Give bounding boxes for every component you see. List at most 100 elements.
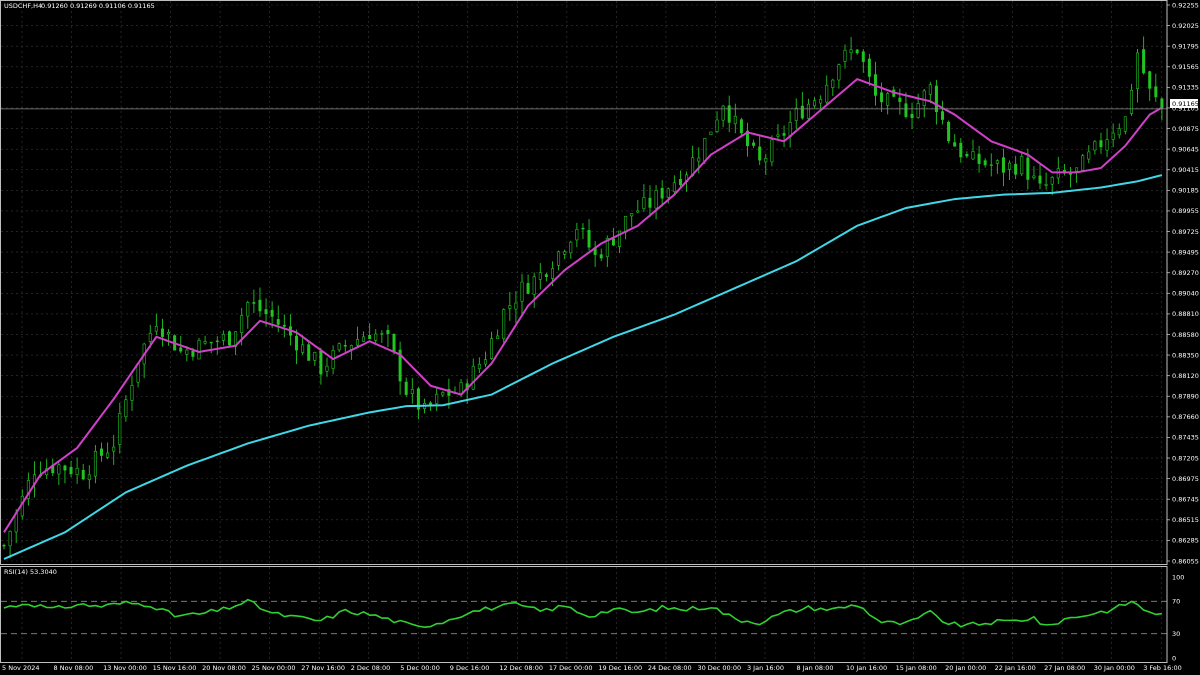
candle-body — [1136, 52, 1140, 89]
candle-body — [1093, 141, 1097, 151]
candle-body — [514, 302, 518, 310]
candle-body — [1068, 173, 1072, 175]
candle-body — [106, 452, 110, 458]
candle-body — [81, 470, 85, 480]
y-tick-label: 0.86055 — [1172, 557, 1199, 565]
rsi-panel — [1, 598, 1167, 635]
candle-body — [782, 133, 786, 136]
candle-body — [1105, 139, 1109, 151]
candle-body — [806, 103, 810, 119]
candle-body — [666, 188, 670, 198]
rsi-label: RSI(14) 53.3040 — [4, 568, 57, 576]
candle-body — [1148, 71, 1152, 89]
candle-body — [160, 328, 164, 337]
x-tick-label: 20 Jan 00:00 — [945, 664, 986, 672]
y-tick-label: 0.89955 — [1172, 207, 1199, 215]
x-tick-label: 5 Dec 00:00 — [400, 664, 440, 672]
x-tick-label: 30 Jan 00:00 — [1094, 664, 1135, 672]
y-tick-label: 0.89725 — [1172, 228, 1199, 236]
candle-body — [221, 334, 225, 341]
candle-body — [1129, 89, 1133, 114]
candle-body — [886, 93, 890, 106]
y-tick-label: 0.87205 — [1172, 454, 1199, 462]
moving-averages — [1, 77, 1167, 560]
x-tick-label: 24 Dec 08:00 — [648, 664, 692, 672]
candle-body — [538, 272, 542, 280]
candle-body — [63, 465, 67, 471]
candle-body — [282, 324, 286, 327]
candle-body — [1075, 167, 1079, 172]
candle-body — [654, 190, 658, 209]
y-tick-label: 0.90875 — [1172, 125, 1199, 133]
rsi-y-tick-label: 0 — [1172, 654, 1176, 662]
ohlc-label: 0.91260 0.91269 0.91106 0.91165 — [41, 2, 155, 10]
candle-body — [989, 164, 993, 166]
candle-body — [910, 113, 914, 118]
candle-body — [435, 393, 439, 404]
candle-body — [983, 160, 987, 166]
candle-body — [441, 392, 445, 396]
trading-chart[interactable]: 0.92255 0.92025 0.91795 0.91565 0.91335 0.911… — [0, 0, 1200, 675]
candle-body — [368, 334, 372, 340]
candle-body — [867, 58, 871, 77]
rsi-y-tick-label: 100 — [1172, 573, 1184, 581]
candle-body — [75, 468, 79, 475]
x-tick-label: 2 Dec 08:00 — [351, 664, 391, 672]
grid — [1, 1, 1167, 662]
candle-body — [276, 319, 280, 325]
candle-body — [563, 251, 567, 255]
candle-body — [258, 299, 262, 312]
ma-fast-line — [3, 77, 1163, 533]
candle-body — [520, 281, 524, 302]
candle-body — [1044, 184, 1048, 186]
candle-body — [325, 365, 329, 372]
candle-body — [813, 100, 817, 107]
candle-body — [1050, 177, 1054, 185]
y-tick-label: 0.88120 — [1172, 372, 1199, 380]
candle-body — [1008, 162, 1012, 170]
rsi-line — [3, 598, 1163, 629]
candle-body — [477, 363, 481, 369]
candle-body — [898, 97, 902, 102]
candle-body — [941, 111, 945, 120]
candle-body — [167, 332, 171, 335]
y-tick-label: 0.86975 — [1172, 475, 1199, 483]
candle-body — [764, 158, 768, 163]
candle-body — [227, 331, 231, 346]
x-tick-label: 3 Jan 16:00 — [747, 664, 784, 672]
candle-body — [197, 339, 201, 360]
candle-body — [295, 335, 299, 351]
candle-body — [1117, 128, 1121, 136]
y-tick-label: 0.90645 — [1172, 145, 1199, 153]
candle-body — [959, 142, 963, 158]
candle-body — [337, 343, 341, 351]
x-tick-label: 27 Nov 16:00 — [301, 664, 345, 672]
candle-body — [87, 474, 91, 480]
candle-body — [934, 85, 938, 113]
y-tick-label: 0.87890 — [1172, 393, 1199, 401]
candle-body — [770, 139, 774, 163]
candle-body — [581, 227, 585, 230]
x-tick-label: 25 Nov 00:00 — [252, 664, 296, 672]
candle-body — [532, 276, 536, 295]
candle-body — [642, 197, 646, 210]
candle-body — [557, 251, 561, 266]
candle-body — [355, 339, 359, 346]
rsi-y-tick-label: 30 — [1172, 630, 1180, 638]
candle-body — [971, 151, 975, 160]
candle-body — [1001, 157, 1005, 173]
candle-body — [733, 115, 737, 125]
x-tick-label: 15 Nov 16:00 — [153, 664, 197, 672]
candle-body — [758, 146, 762, 161]
chart-canvas[interactable]: 0.92255 0.92025 0.91795 0.91565 0.91335 0.911… — [0, 0, 1200, 675]
x-tick-label: 10 Jan 16:00 — [846, 664, 887, 672]
candle-body — [678, 179, 682, 186]
candle-body — [203, 341, 207, 344]
candle-body — [739, 119, 743, 134]
x-tick-label: 3 Feb 16:00 — [1143, 664, 1182, 672]
candle-body — [831, 79, 835, 88]
candle-body — [179, 347, 183, 352]
candle-body — [374, 333, 378, 341]
candle-body — [118, 413, 122, 445]
y-tick-label: 0.86515 — [1172, 516, 1199, 524]
